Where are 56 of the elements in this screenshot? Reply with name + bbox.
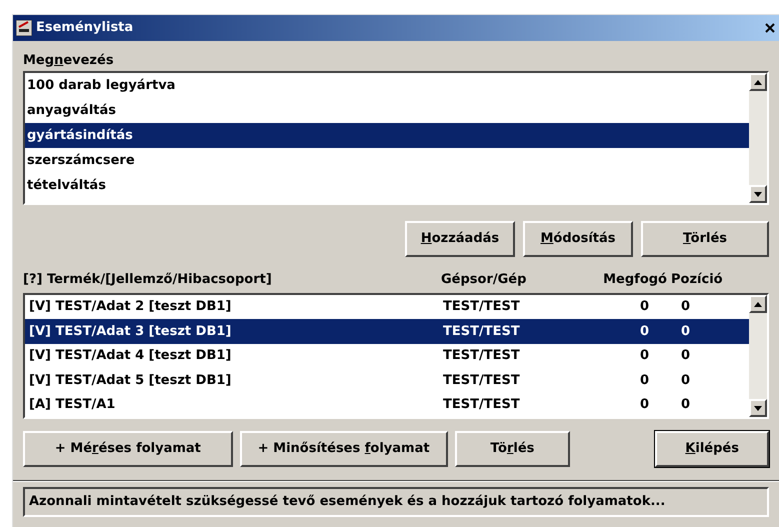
status-bar: Azonnali mintavételt szükségessé tevő események és a hozzájuk tartozó folyamatok... — [23, 487, 769, 517]
table-cell-text: [V] TEST/Adat 3 [teszt DB1] — [28, 322, 232, 341]
up-arrow-icon — [754, 80, 762, 84]
list-action-button[interactable]: Törlés — [641, 221, 769, 257]
scrollbar[interactable] — [749, 295, 767, 417]
table-cell-text: TEST/TEST — [443, 298, 521, 316]
table-cell-text: 0 — [680, 322, 692, 341]
table-row[interactable]: [V] TEST/Adat 5 [teszt DB1] TEST/TEST 0 0 — [25, 368, 749, 393]
table-cell-text: 0 — [638, 322, 650, 341]
down-arrow-icon — [754, 406, 762, 410]
list-item[interactable]: anyagváltás — [25, 98, 749, 123]
table-cell-text: TEST/TEST — [443, 396, 521, 414]
table-cell-text: TEST/TEST — [443, 347, 521, 366]
scrollbar[interactable] — [749, 73, 767, 203]
column-header: [?] Termék/[Jellemző/Hibacsoport] — [23, 271, 273, 290]
table-cell-text: 0 — [680, 347, 692, 366]
scroll-up-button[interactable] — [749, 295, 767, 313]
process-button[interactable]: Törlés — [454, 431, 570, 467]
table-cell-text: 0 — [680, 298, 692, 316]
scroll-down-button[interactable] — [749, 399, 767, 417]
down-arrow-icon — [754, 192, 762, 196]
list-action-button[interactable]: Módosítás — [523, 221, 633, 257]
list-action-button[interactable]: Hozzáadás — [405, 221, 515, 257]
table-cell-text: [A] TEST/A1 — [28, 396, 116, 414]
table-row[interactable]: [V] TEST/Adat 3 [teszt DB1] TEST/TEST 0 0 — [25, 319, 749, 344]
app-icon — [16, 20, 32, 36]
up-arrow-icon — [754, 302, 762, 306]
table-row[interactable]: [V] TEST/Adat 4 [teszt DB1] TEST/TEST 0 0 — [25, 344, 749, 368]
column-header: Gépsor/Gép — [441, 271, 528, 290]
scroll-up-button[interactable] — [749, 73, 767, 91]
table-cell-text: 0 — [638, 347, 650, 366]
list-label: Megnevezés — [23, 52, 115, 70]
table-cell-text: 0 — [680, 396, 692, 414]
process-button[interactable]: + Méréses folyamat — [23, 431, 233, 467]
window-title: Eseménylista — [36, 19, 134, 38]
table-cell-text: 0 — [638, 372, 650, 390]
table-cell-text: TEST/TEST — [443, 372, 521, 390]
column-header: Pozíció — [671, 271, 724, 290]
table-cell-text: TEST/TEST — [443, 322, 521, 341]
table-cell-text: 0 — [680, 372, 692, 390]
list-item[interactable]: szerszámcsere — [25, 148, 749, 173]
table-cell-text: [V] TEST/Adat 4 [teszt DB1] — [28, 347, 232, 366]
column-header: Megfogó — [602, 271, 668, 290]
list-item[interactable]: 100 darab legyártva — [25, 73, 749, 98]
scroll-down-button[interactable] — [749, 185, 767, 203]
list-item[interactable]: tételváltás — [25, 173, 749, 198]
table-row[interactable]: [A] TEST/A1 TEST/TEST 0 0 — [25, 392, 749, 417]
close-icon[interactable] — [765, 23, 775, 33]
table-cell-text: 0 — [638, 298, 650, 316]
table-cell-text: [V] TEST/Adat 5 [teszt DB1] — [28, 372, 232, 390]
table-row[interactable]: [V] TEST/Adat 2 [teszt DB1] TEST/TEST 0 0 — [25, 295, 749, 320]
process-button[interactable]: + Minősítéses folyamat — [240, 431, 448, 467]
exit-button[interactable]: Kilépés — [655, 431, 769, 467]
table-cell-text: [V] TEST/Adat 2 [teszt DB1] — [28, 298, 232, 316]
list-item[interactable]: gyártásindítás — [25, 123, 749, 148]
table-cell-text: 0 — [638, 396, 650, 414]
